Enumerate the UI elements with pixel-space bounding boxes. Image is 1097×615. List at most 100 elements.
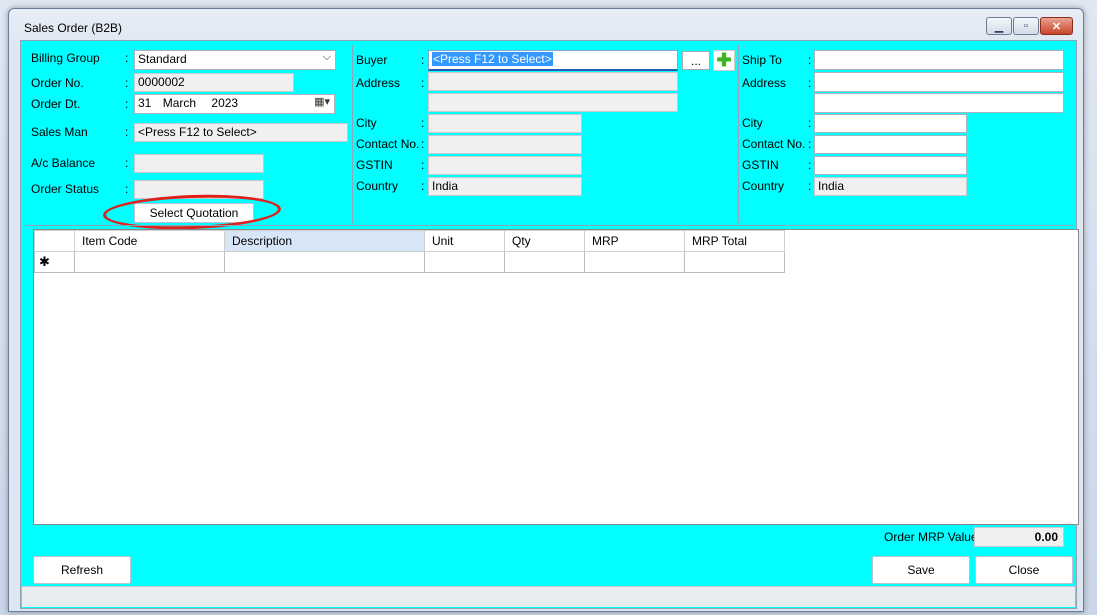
order-date-picker[interactable]: 31 March 2023 ▦▾: [134, 94, 335, 114]
section-divider: [738, 45, 739, 223]
buyer-address-line2[interactable]: [428, 93, 678, 112]
buyer-country-field[interactable]: India: [428, 177, 582, 196]
close-icon: ✕: [1051, 20, 1062, 33]
minimize-icon: ▁: [994, 20, 1004, 33]
plus-icon: ✚: [716, 50, 732, 70]
save-button[interactable]: Save: [872, 556, 970, 584]
order-no-label: Order No.: [31, 76, 84, 90]
sales-man-label: Sales Man: [31, 125, 88, 139]
order-date-month: March: [162, 96, 197, 110]
maximize-icon: ▫: [1024, 20, 1028, 32]
grid-header-row: Item Code Description Unit Qty MRP MRP T…: [34, 230, 785, 252]
ship-city-label: City: [742, 116, 763, 130]
maximize-button[interactable]: ▫: [1013, 17, 1039, 35]
calendar-icon[interactable]: ▦▾: [314, 95, 330, 108]
colon: :: [808, 179, 812, 193]
ship-to-field[interactable]: [814, 50, 1064, 70]
cell-item-code[interactable]: [74, 251, 225, 273]
colon: :: [125, 76, 129, 90]
order-date-year: 2023: [211, 96, 239, 110]
order-dt-label: Order Dt.: [31, 97, 81, 111]
cell-qty[interactable]: [504, 251, 585, 273]
sales-order-window: Sales Order (B2B) ▁ ▫ ✕ Billing Group : …: [8, 8, 1084, 612]
buyer-field[interactable]: <Press F12 to Select>: [428, 50, 678, 71]
colon: :: [808, 137, 812, 151]
buyer-address-line1[interactable]: [428, 72, 678, 91]
billing-group-select[interactable]: Standard ⌵: [134, 50, 336, 70]
title-bar[interactable]: Sales Order (B2B) ▁ ▫ ✕: [9, 9, 1083, 39]
ship-gstin-field[interactable]: [814, 156, 967, 175]
items-grid[interactable]: Item Code Description Unit Qty MRP MRP T…: [33, 229, 1079, 525]
colon: :: [808, 53, 812, 67]
buyer-city-field[interactable]: [428, 114, 582, 133]
cell-mrp-total[interactable]: [684, 251, 785, 273]
buyer-country-label: Country: [356, 179, 399, 193]
cell-mrp[interactable]: [584, 251, 685, 273]
colon: :: [421, 116, 425, 130]
form-client-area: Billing Group : Standard ⌵ Order No. : 0…: [20, 40, 1079, 609]
ship-contact-label: Contact No.: [742, 137, 806, 151]
ship-city-field[interactable]: [814, 114, 967, 133]
row-header-corner: [34, 230, 75, 252]
cell-unit[interactable]: [424, 251, 505, 273]
section-divider: [352, 45, 353, 223]
order-date-day: 31: [138, 96, 152, 110]
select-quotation-button[interactable]: Select Quotation: [134, 203, 254, 223]
order-mrp-value: 0.00: [974, 527, 1064, 547]
buyer-gstin-label: GSTIN: [356, 158, 393, 172]
ac-balance-field: [134, 154, 264, 173]
colon: :: [125, 125, 129, 139]
colon: :: [421, 76, 425, 90]
colon: :: [421, 158, 425, 172]
buyer-label: Buyer: [356, 53, 388, 67]
colon: :: [125, 51, 129, 65]
order-status-label: Order Status: [31, 182, 100, 196]
new-row-marker: ✱: [34, 251, 75, 273]
col-qty[interactable]: Qty: [504, 230, 585, 252]
ship-contact-field[interactable]: [814, 135, 967, 154]
minimize-button[interactable]: ▁: [986, 17, 1012, 35]
header-divider: [25, 225, 1073, 226]
ac-balance-label: A/c Balance: [31, 156, 96, 170]
close-button[interactable]: Close: [975, 556, 1073, 584]
col-mrp[interactable]: MRP: [584, 230, 685, 252]
order-status-field: [134, 180, 264, 199]
close-window-button[interactable]: ✕: [1040, 17, 1073, 35]
billing-group-label: Billing Group: [31, 51, 100, 65]
sales-man-field[interactable]: <Press F12 to Select>: [134, 123, 348, 142]
refresh-button[interactable]: Refresh: [33, 556, 131, 584]
col-description[interactable]: Description: [224, 230, 425, 252]
colon: :: [421, 137, 425, 151]
colon: :: [808, 76, 812, 90]
buyer-gstin-field[interactable]: [428, 156, 582, 175]
ship-country-field[interactable]: India: [814, 177, 967, 196]
colon: :: [808, 116, 812, 130]
col-unit[interactable]: Unit: [424, 230, 505, 252]
colon: :: [125, 97, 129, 111]
buyer-city-label: City: [356, 116, 377, 130]
buyer-address-label: Address: [356, 76, 401, 90]
buyer-contact-label: Contact No.: [356, 137, 420, 151]
ship-gstin-label: GSTIN: [742, 158, 779, 172]
ship-address-line2[interactable]: [814, 93, 1064, 113]
items-table: Item Code Description Unit Qty MRP MRP T…: [34, 230, 785, 273]
colon: :: [125, 156, 129, 170]
buyer-contact-field[interactable]: [428, 135, 582, 154]
new-row[interactable]: ✱: [34, 251, 785, 273]
buyer-browse-button[interactable]: ...: [682, 51, 710, 70]
window-controls: ▁ ▫ ✕: [986, 17, 1073, 35]
buyer-value: <Press F12 to Select>: [432, 52, 553, 66]
billing-group-value: Standard: [138, 52, 187, 66]
cell-description[interactable]: [224, 251, 425, 273]
ship-to-label: Ship To: [742, 53, 782, 67]
add-buyer-button[interactable]: ✚: [713, 50, 735, 71]
colon: :: [808, 158, 812, 172]
chevron-down-icon: ⌵: [322, 51, 331, 63]
col-item-code[interactable]: Item Code: [74, 230, 225, 252]
ship-country-label: Country: [742, 179, 785, 193]
window-title: Sales Order (B2B): [24, 21, 123, 35]
ship-address-label: Address: [742, 76, 787, 90]
order-no-field[interactable]: 0000002: [134, 73, 294, 92]
ship-address-line1[interactable]: [814, 72, 1064, 92]
col-mrp-total[interactable]: MRP Total: [684, 230, 785, 252]
